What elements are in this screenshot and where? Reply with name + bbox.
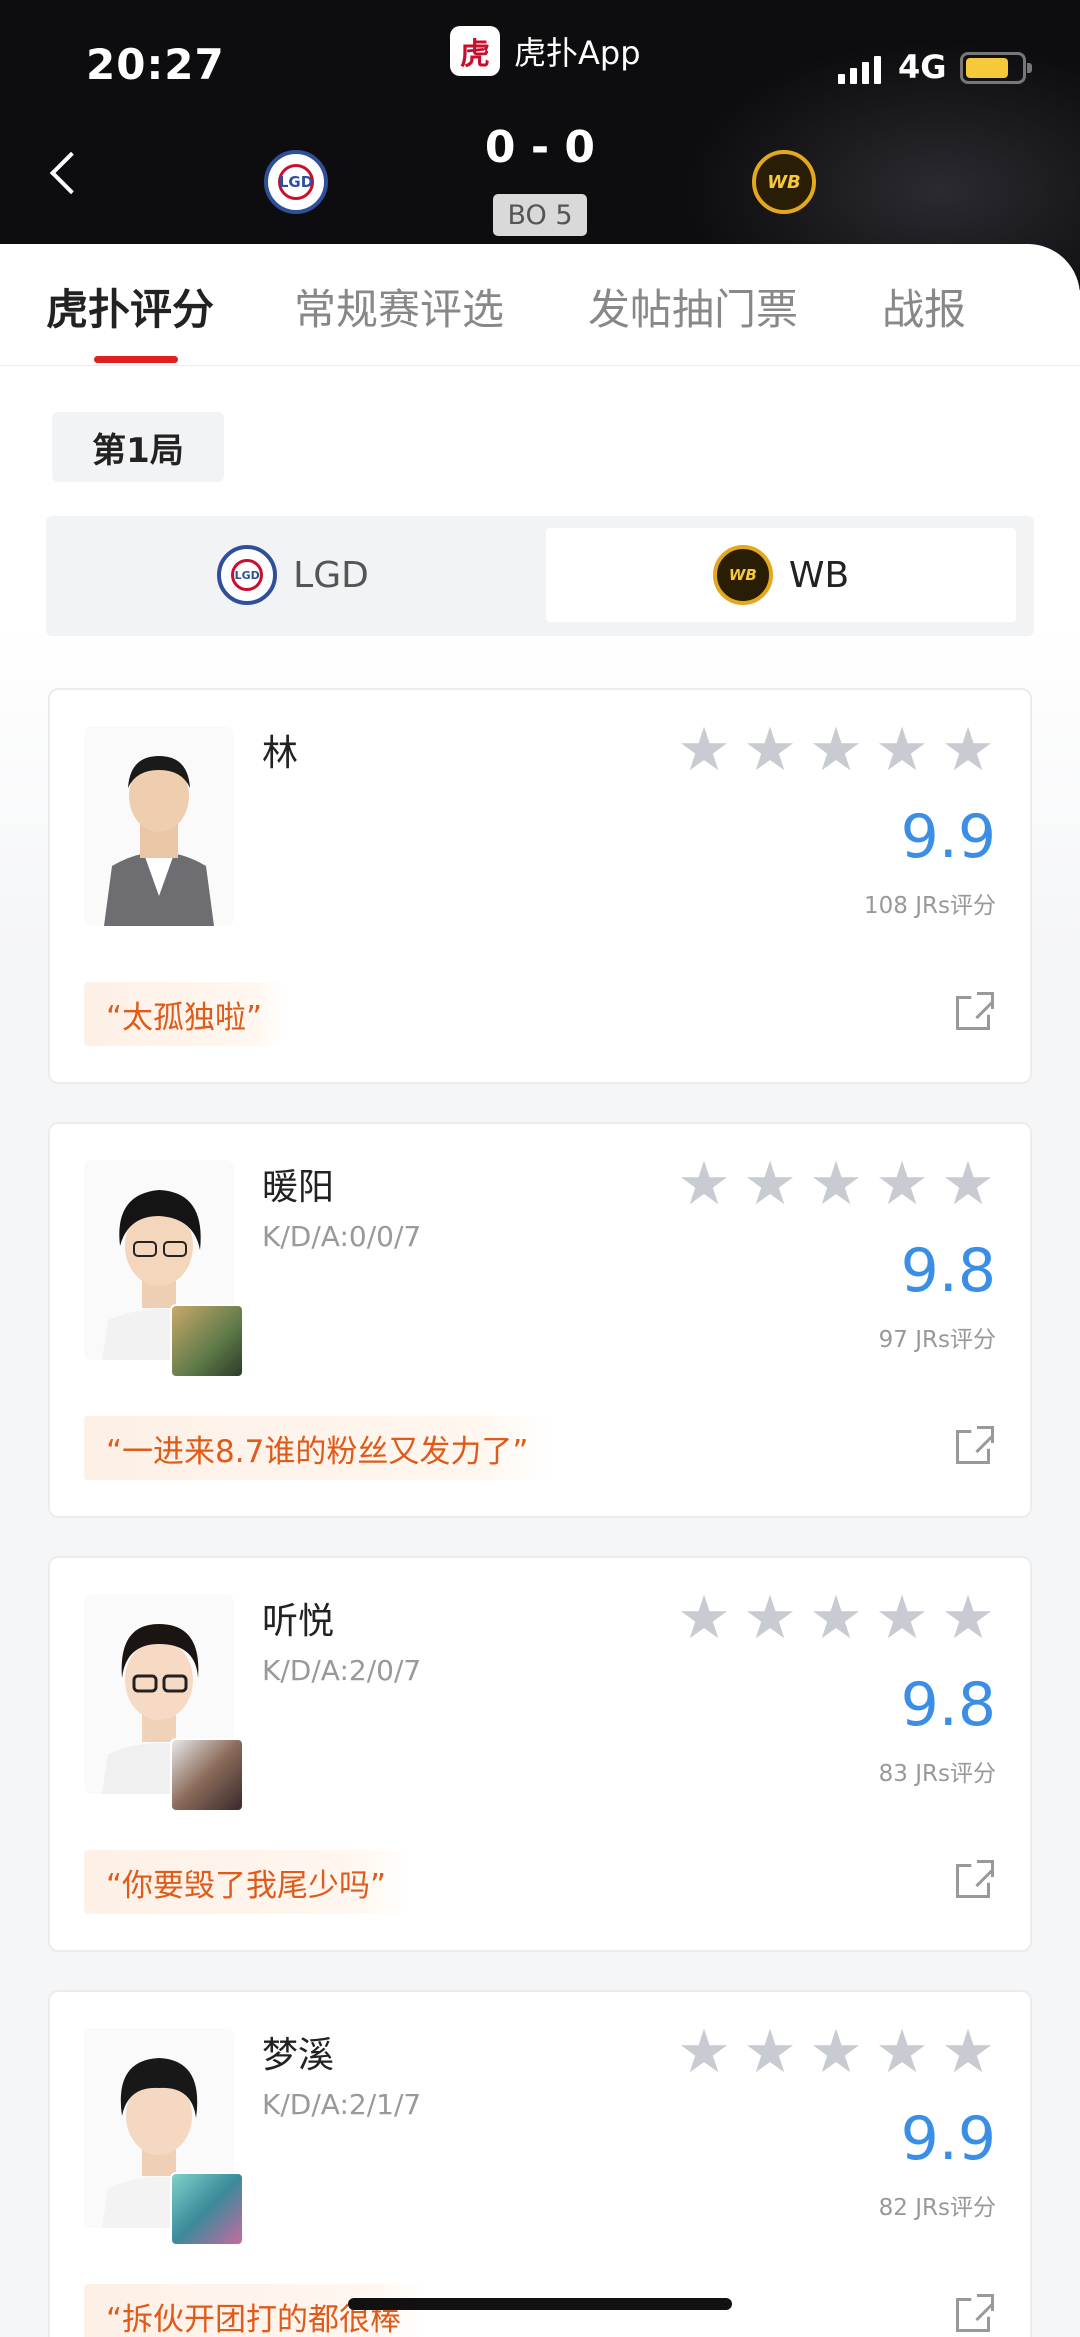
share-arrow-icon (972, 2294, 994, 2316)
star-rating-input[interactable]: ★ ★ ★ ★ ★ (676, 1588, 996, 1648)
star-icon[interactable]: ★ (808, 720, 864, 780)
top-comment[interactable]: “一进来8.7谁的粉丝又发力了” (84, 1416, 551, 1480)
hupu-logo-icon: 虎 (450, 26, 500, 76)
app-indicator[interactable]: 虎 虎扑App (450, 26, 641, 76)
star-icon[interactable]: ★ (874, 1154, 930, 1214)
star-icon[interactable]: ★ (808, 1588, 864, 1648)
star-icon[interactable]: ★ (940, 2022, 996, 2082)
player-kda: K/D/A:2/0/7 (262, 1654, 422, 1687)
player-kda: K/D/A:2/1/7 (262, 2088, 422, 2121)
player-rating: 9.8 (900, 1670, 996, 1740)
player-card[interactable]: 梦溪 K/D/A:2/1/7 ★ ★ ★ ★ ★ 9.9 82 JRs评分 “拆伙开团打… (48, 1990, 1032, 2337)
round-selector[interactable]: 第1局 (52, 412, 224, 482)
player-card[interactable]: 暖阳 K/D/A:0/0/7 ★ ★ ★ ★ ★ 9.8 97 JRs评分 “一进来8.… (48, 1122, 1032, 1518)
star-icon[interactable]: ★ (676, 1154, 732, 1214)
player-kda: K/D/A:0/0/7 (262, 1220, 422, 1253)
star-rating-input[interactable]: ★ ★ ★ ★ ★ (676, 1154, 996, 1214)
tab-report[interactable]: 战报 (882, 276, 966, 337)
star-icon[interactable]: ★ (676, 2022, 732, 2082)
share-arrow-icon (972, 1860, 994, 1882)
team-switch: LGD LGD WB WB (46, 516, 1034, 636)
player-name: 林 (262, 733, 299, 774)
status-bar: 20:27 虎 虎扑App 4G (0, 0, 1080, 130)
top-comment[interactable]: “你要毁了我尾少吗” (84, 1850, 409, 1914)
player-name: 听悦 (262, 1601, 335, 1642)
star-icon[interactable]: ★ (808, 2022, 864, 2082)
wb-team-logo[interactable]: WB (752, 150, 816, 214)
tab-bar: 虎扑评分 常规赛评选 发帖抽门票 战报 (0, 244, 1080, 366)
hero-portrait (170, 1304, 244, 1378)
player-rating: 9.8 (900, 1236, 996, 1306)
share-arrow-icon (972, 1426, 994, 1448)
star-icon[interactable]: ★ (742, 1588, 798, 1648)
match-format-badge: BO 5 (493, 194, 587, 236)
app-name: 虎扑App (514, 34, 641, 72)
star-icon[interactable]: ★ (874, 720, 930, 780)
tab-hupu-rating[interactable]: 虎扑评分 (46, 276, 214, 337)
player-name: 暖阳 (262, 1167, 335, 1208)
active-tab-indicator (94, 356, 178, 363)
player-card[interactable]: 林 ★ ★ ★ ★ ★ 9.9 108 JRs评分 “太孤独啦” (48, 688, 1032, 1084)
signal-icon (838, 56, 881, 84)
player-rating: 9.9 (900, 2104, 996, 2174)
lgd-logo-icon: LGD (217, 545, 278, 605)
status-time: 20:27 (86, 40, 225, 89)
match-score: 0 - 0 (484, 122, 596, 173)
vote-count: 97 JRs评分 (878, 1327, 996, 1353)
vote-count: 83 JRs评分 (878, 1761, 996, 1787)
tab-post-ticket[interactable]: 发帖抽门票 (588, 276, 798, 337)
tab-regular-season[interactable]: 常规赛评选 (294, 276, 504, 337)
player-rating: 9.9 (900, 802, 996, 872)
team-option-lgd[interactable]: LGD LGD (58, 528, 528, 622)
vote-count: 82 JRs评分 (878, 2195, 996, 2221)
team-option-label: LGD (293, 554, 369, 596)
battery-icon (960, 52, 1032, 84)
star-rating-input[interactable]: ★ ★ ★ ★ ★ (676, 720, 996, 780)
star-icon[interactable]: ★ (676, 1588, 732, 1648)
star-icon[interactable]: ★ (940, 720, 996, 780)
hero-portrait (170, 1738, 244, 1812)
top-comment[interactable]: “太孤独啦” (84, 982, 285, 1046)
vote-count: 108 JRs评分 (864, 893, 996, 919)
star-icon[interactable]: ★ (808, 1154, 864, 1214)
star-icon[interactable]: ★ (874, 1588, 930, 1648)
lgd-team-logo[interactable]: LGD (264, 150, 328, 214)
network-label: 4G (898, 48, 947, 86)
player-name: 梦溪 (262, 2035, 335, 2076)
home-indicator[interactable] (348, 2298, 732, 2310)
star-icon[interactable]: ★ (940, 1154, 996, 1214)
star-icon[interactable]: ★ (742, 2022, 798, 2082)
star-icon[interactable]: ★ (742, 720, 798, 780)
share-arrow-icon (972, 992, 994, 1014)
hero-portrait (170, 2172, 244, 2246)
player-avatar (84, 726, 234, 926)
star-icon[interactable]: ★ (940, 1588, 996, 1648)
back-arrow-icon[interactable] (49, 151, 93, 195)
star-icon[interactable]: ★ (676, 720, 732, 780)
star-icon[interactable]: ★ (742, 1154, 798, 1214)
top-comment[interactable]: “拆伙开团打的都很棒 (84, 2284, 424, 2337)
team-option-label: WB (788, 554, 850, 596)
player-card[interactable]: 听悦 K/D/A:2/0/7 ★ ★ ★ ★ ★ 9.8 83 JRs评分 “你要毁了我… (48, 1556, 1032, 1952)
star-rating-input[interactable]: ★ ★ ★ ★ ★ (676, 2022, 996, 2082)
star-icon[interactable]: ★ (874, 2022, 930, 2082)
content-sheet: 虎扑评分 常规赛评选 发帖抽门票 战报 第1局 LGD LGD WB WB 林 … (0, 244, 1080, 2337)
wb-logo-icon: WB (712, 545, 773, 605)
team-option-wb[interactable]: WB WB (546, 528, 1016, 622)
